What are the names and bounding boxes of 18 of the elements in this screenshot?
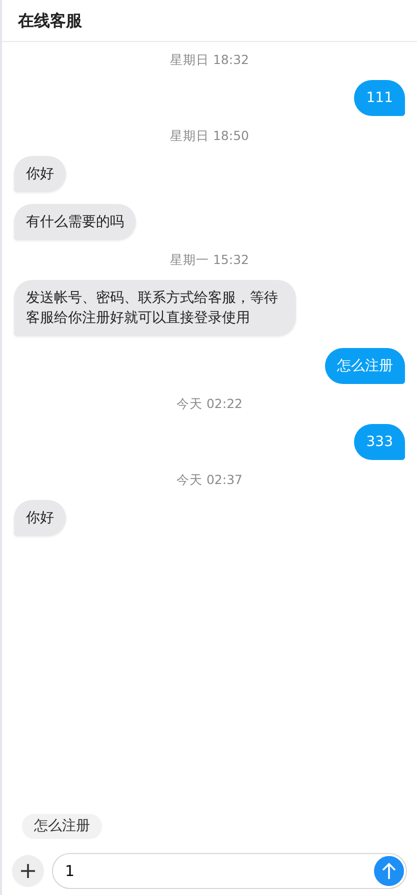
timestamp: 星期日 18:32 — [169, 52, 250, 68]
timestamp: 星期日 18:50 — [169, 128, 250, 144]
timestamp: 今天 02:22 — [176, 396, 244, 412]
plus-icon — [20, 863, 36, 879]
incoming-message-bubble: 你好 — [14, 156, 66, 192]
page-title: 在线客服 — [18, 10, 82, 32]
arrow-up-icon — [381, 862, 397, 880]
outgoing-message-bubble: 怎么注册 — [325, 348, 405, 384]
timestamp: 今天 02:37 — [176, 472, 244, 488]
outgoing-message-bubble: 333 — [354, 424, 405, 460]
quick-reply-chip[interactable]: 怎么注册 — [22, 814, 102, 839]
timestamp: 星期一 15:32 — [169, 252, 250, 268]
add-button[interactable] — [12, 855, 44, 887]
incoming-message-bubble: 你好 — [14, 500, 66, 536]
outgoing-message-bubble: 111 — [354, 80, 405, 116]
incoming-message-bubble: 有什么需要的吗 — [14, 204, 136, 240]
incoming-message-bubble: 发送帐号、密码、联系方式给客服，等待客服给你注册好就可以直接登录使用 — [14, 280, 296, 336]
message-input-field[interactable]: 1 — [52, 853, 407, 889]
